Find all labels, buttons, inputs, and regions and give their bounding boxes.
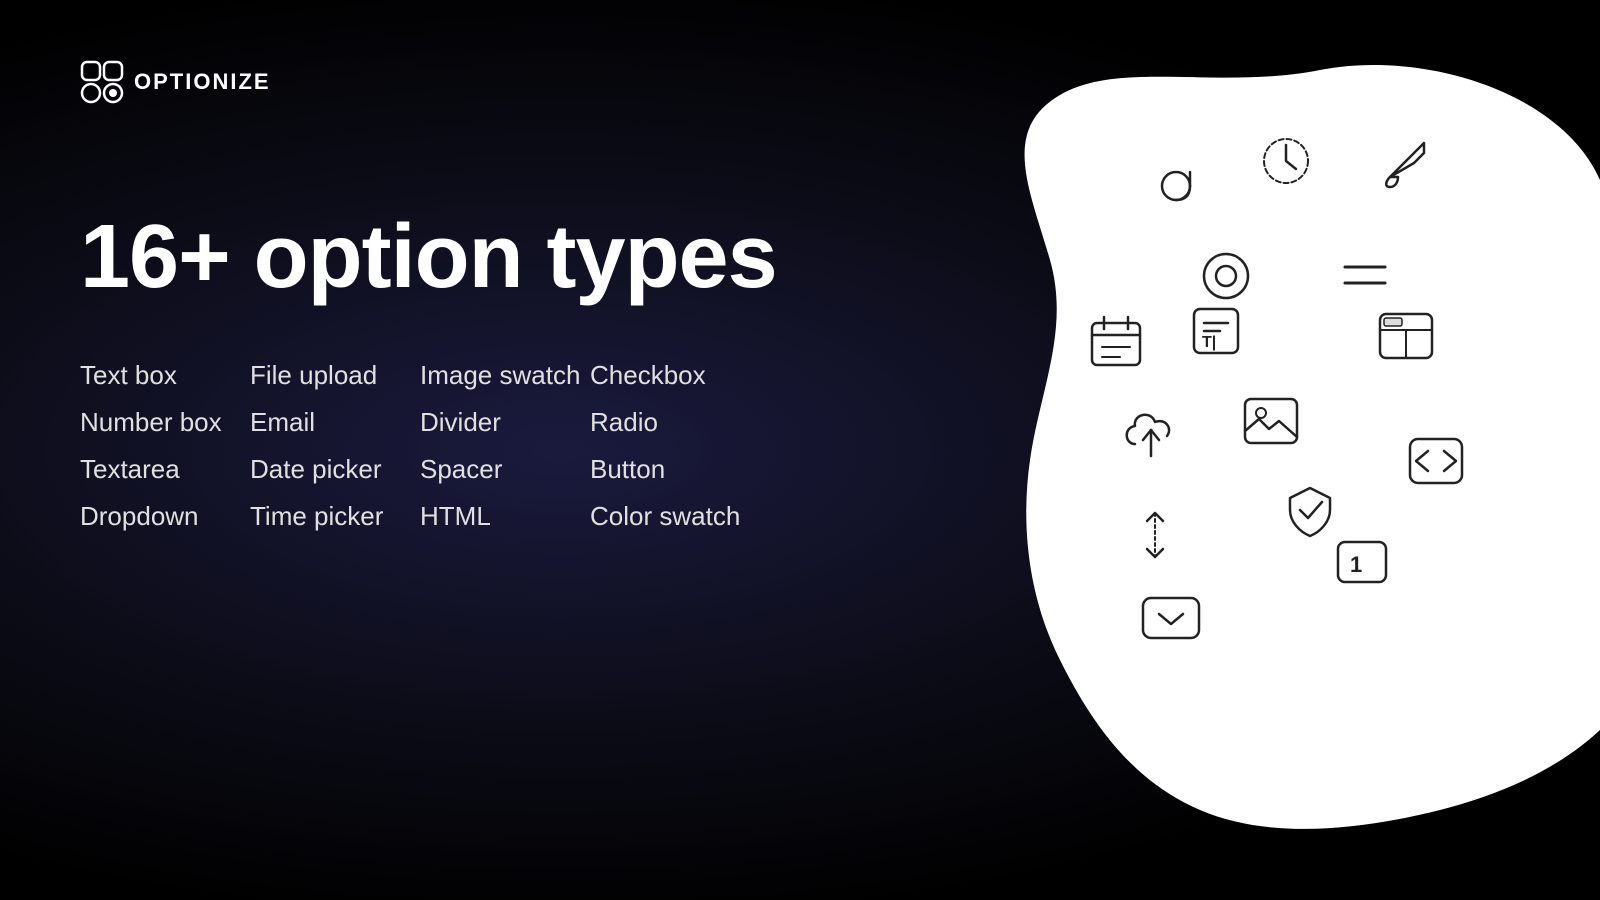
option-image-swatch: Image swatch <box>420 360 590 391</box>
clock-icon <box>1250 125 1322 197</box>
option-button: Button <box>590 454 760 485</box>
table-icon <box>1370 300 1442 372</box>
logo-text: OPTIONIZE <box>134 69 271 95</box>
blob-container: T| <box>940 30 1600 850</box>
option-text-box: Text box <box>80 360 250 391</box>
at-icon <box>1140 150 1212 222</box>
options-grid: Text box File upload Image swatch Checkb… <box>80 360 760 532</box>
upload-icon <box>1115 400 1187 472</box>
icons-layer: T| <box>940 30 1600 850</box>
option-checkbox: Checkbox <box>590 360 760 391</box>
spacer-icon <box>1125 505 1185 565</box>
option-divider: Divider <box>420 407 590 438</box>
number-box-icon: 1 <box>1330 530 1394 594</box>
option-html: HTML <box>420 501 590 532</box>
option-textarea: Textarea <box>80 454 250 485</box>
option-number-box: Number box <box>80 407 250 438</box>
code-icon <box>1400 425 1472 497</box>
option-email: Email <box>250 407 420 438</box>
image-icon <box>1235 385 1307 457</box>
calendar-icon <box>1080 305 1152 377</box>
option-spacer: Spacer <box>420 454 590 485</box>
option-radio: Radio <box>590 407 760 438</box>
option-number-box: File upload <box>250 360 420 391</box>
dropdown-icon <box>1135 590 1207 650</box>
logo: OPTIONIZE <box>80 60 271 104</box>
main-heading: 16+ option types <box>80 210 777 305</box>
divider-icon <box>1335 245 1395 305</box>
paintbrush-icon <box>1370 125 1442 197</box>
option-color-swatch: Color swatch <box>590 501 760 532</box>
text-editor-icon: T| <box>1180 295 1252 367</box>
option-time-picker: Time picker <box>250 501 420 532</box>
option-date-picker: Date picker <box>250 454 420 485</box>
svg-text:T|: T| <box>1202 334 1216 351</box>
logo-icon <box>80 60 124 104</box>
option-dropdown: Dropdown <box>80 501 250 532</box>
svg-text:1: 1 <box>1350 552 1362 577</box>
